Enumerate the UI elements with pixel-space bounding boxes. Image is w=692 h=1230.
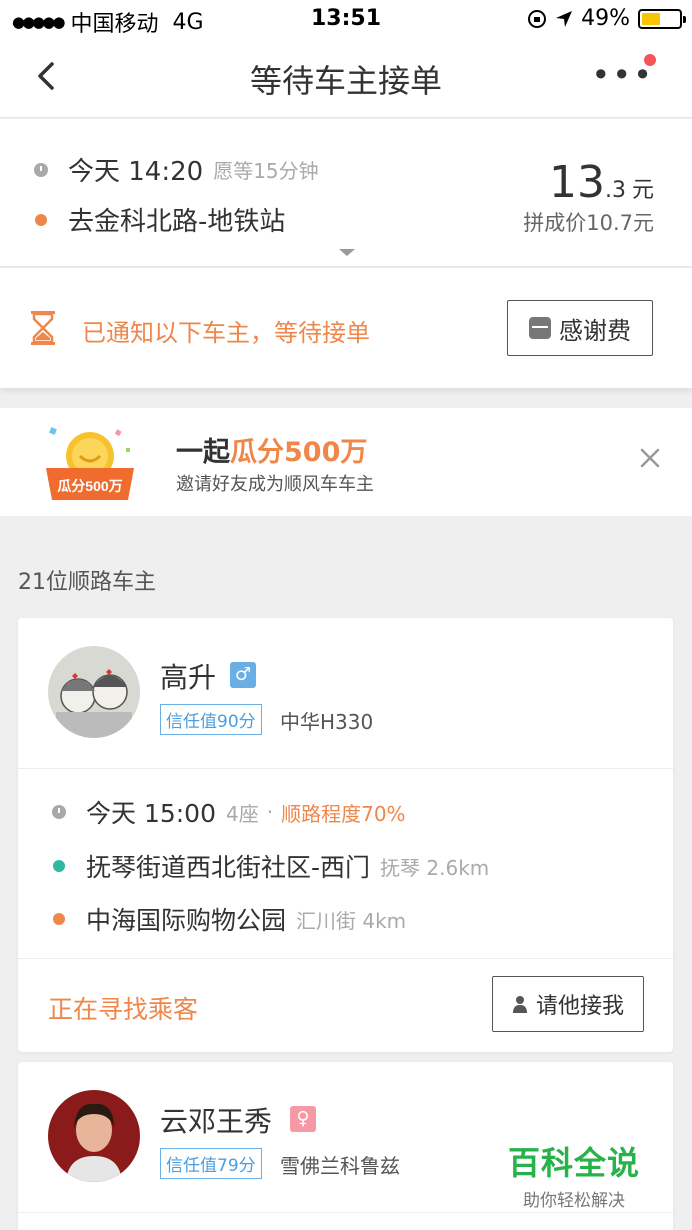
notify-bar: 已通知以下车主，等待接单 感谢费 (0, 268, 692, 388)
trip-time-row: 今天 14:20 愿等15分钟 (34, 151, 319, 188)
male-icon: ♂ (230, 662, 256, 688)
price-unit: 元 (631, 178, 654, 203)
promo-title-prefix: 一起 (176, 437, 230, 468)
hourglass-icon (31, 311, 55, 345)
divider (18, 768, 673, 769)
trip-destination-row: 去金科北路-地铁站 (34, 201, 285, 238)
battery-icon (638, 8, 686, 29)
clock-icon (52, 805, 66, 819)
more-icon[interactable]: ••• (591, 59, 654, 91)
rotation-lock-icon (528, 9, 547, 28)
driver-start-row: 抚琴街道西北街社区-西门 抚琴 2.6km (52, 848, 489, 884)
trust-badge: 信任值90分 (160, 704, 262, 735)
start-dot-icon (53, 860, 65, 872)
notification-dot (644, 54, 656, 66)
status-bar: ●●●●● 中国移动 4G 13:51 49% (0, 0, 692, 38)
close-icon[interactable] (638, 446, 662, 470)
avatar[interactable] (48, 1090, 140, 1182)
driver-start: 抚琴街道西北街社区-西门 (86, 853, 371, 882)
wait-note: 愿等15分钟 (213, 159, 319, 183)
request-pickup-label: 请他接我 (535, 994, 624, 1019)
promo-title-highlight: 瓜分500万 (230, 437, 368, 468)
female-icon: ♀ (290, 1106, 316, 1132)
drivers-count-heading: 21位顺路车主 (18, 570, 156, 595)
wallet-icon (529, 317, 551, 339)
coin-badge-icon: 瓜分500万 (46, 427, 134, 500)
location-arrow-icon (556, 10, 573, 27)
thanks-fee-label: 感谢费 (559, 316, 631, 345)
trip-time: 今天 14:20 (68, 157, 204, 187)
promo-title: 一起瓜分500万 (176, 430, 367, 469)
battery-fill (642, 12, 660, 25)
promo-badge-text: 瓜分500万 (57, 478, 122, 494)
route-match: 顺路程度70% (281, 801, 406, 826)
divider (18, 958, 673, 959)
promo-banner[interactable]: 瓜分500万 一起瓜分500万 邀请好友成为顺风车车主 (0, 408, 692, 516)
price-integer: 13 (548, 157, 605, 208)
driver-card[interactable]: 高升 ♂ 信任值90分 中华H330 今天 15:00 4座 · 顺路程度70%… (18, 618, 673, 1052)
end-dot-icon (53, 913, 65, 925)
notify-text: 已通知以下车主，等待接单 (82, 319, 370, 347)
driver-time: 今天 15:00 (86, 799, 216, 828)
watermark-title: 百科全说 (507, 1144, 640, 1182)
clock-icon (34, 162, 48, 177)
nav-bar: 等待车主接单 ••• (0, 38, 692, 118)
avatar[interactable] (48, 646, 140, 738)
separator-dot: · (266, 800, 274, 824)
driver-name: 高升 (160, 661, 217, 694)
trip-destination: 去金科北路-地铁站 (68, 207, 286, 237)
trip-price: 13.3 元 (549, 157, 654, 208)
price-decimal: .3 (604, 178, 626, 203)
person-icon (512, 996, 527, 1013)
status-right: 49% (527, 6, 686, 31)
carpool-price: 拼成价10.7元 (523, 211, 654, 235)
driver-end: 中海国际购物公园 (86, 906, 287, 935)
divider (18, 1212, 673, 1213)
promo-subtitle: 邀请好友成为顺风车车主 (176, 474, 374, 495)
trip-summary[interactable]: 今天 14:20 愿等15分钟 去金科北路-地铁站 13.3 元 拼成价10.7元 (0, 119, 692, 267)
expand-caret-icon[interactable] (339, 249, 355, 256)
trust-badge: 信任值79分 (160, 1148, 262, 1179)
seat-count: 4座 (226, 801, 259, 826)
driver-name: 云邓王秀 (160, 1105, 273, 1138)
car-model: 中华H330 (280, 710, 374, 734)
thanks-fee-button[interactable]: 感谢费 (507, 300, 653, 356)
start-distance: 抚琴 2.6km (380, 855, 490, 880)
car-model: 雪佛兰科鲁兹 (280, 1154, 400, 1178)
page-title: 等待车主接单 (249, 62, 442, 100)
watermark-logo: 百科全说 助你轻松解决 (508, 1138, 640, 1211)
driver-status: 正在寻找乘客 (48, 995, 199, 1024)
destination-dot-icon (35, 213, 47, 226)
driver-time-row: 今天 15:00 4座 · 顺路程度70% (52, 794, 406, 830)
request-pickup-button[interactable]: 请他接我 (492, 976, 644, 1032)
driver-end-row: 中海国际购物公园 汇川街 4km (52, 901, 406, 937)
end-distance: 汇川街 4km (296, 908, 407, 933)
battery-percent: 49% (581, 6, 630, 31)
watermark-subtitle: 助你轻松解决 (522, 1191, 625, 1211)
